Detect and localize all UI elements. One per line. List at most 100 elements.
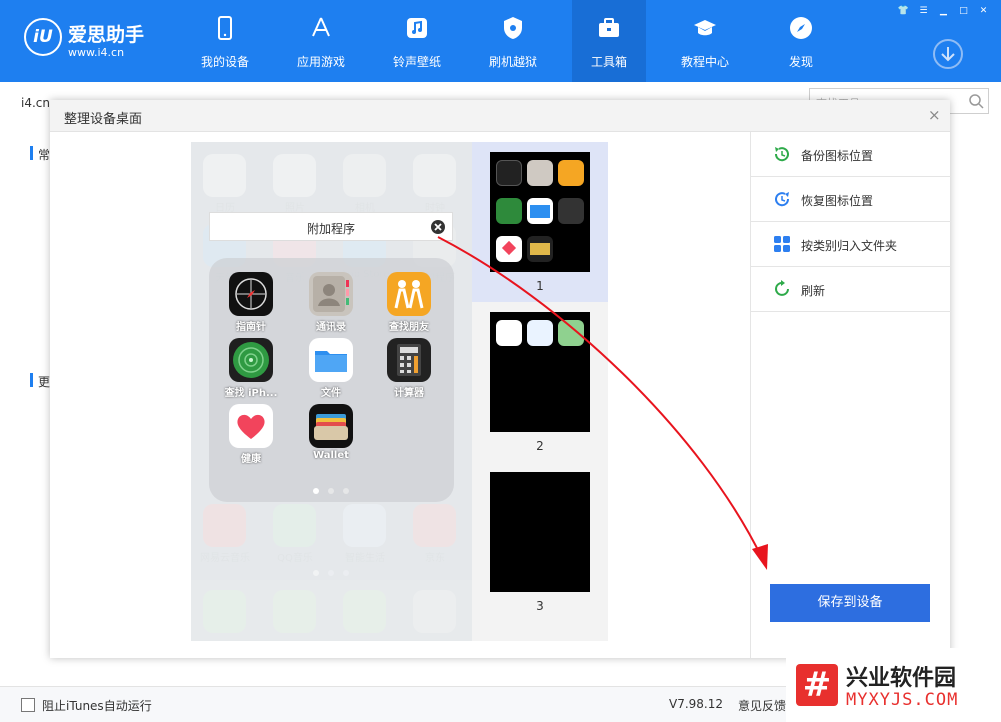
category-grid-icon (774, 236, 790, 252)
action-label: 按类别归入文件夹 (801, 239, 898, 253)
app-window: iU 爱思助手 www.i4.cn 我的设备 应用游戏 铃声壁纸 刷机越狱 工具… (0, 0, 1001, 722)
itunes-checkbox-label[interactable]: 阻止iTunes自动运行 (42, 697, 152, 714)
page-thumbnail (490, 472, 590, 592)
site-tag: i4.cn (21, 96, 50, 110)
folder-popup: 指南针 通讯录 查找朋友 查找 iPh... 文件 计算器 健康 Wallet (209, 258, 454, 502)
actions-panel: 备份图标位置 恢复图标位置 按类别归入文件夹 刷新 (750, 132, 951, 658)
dialog-title: 整理设备桌面 (64, 112, 143, 127)
page-number: 3 (536, 599, 544, 613)
clear-icon[interactable] (430, 219, 446, 235)
restore-icon-positions-action[interactable]: 恢复图标位置 (751, 177, 951, 222)
page-number: 1 (536, 279, 544, 293)
folder-app-label: 指南针 (236, 322, 266, 333)
folder-page-dot (328, 488, 334, 494)
action-label: 恢复图标位置 (801, 194, 874, 208)
nav-label: 发现 (788, 55, 813, 69)
version-label: V7.98.12 (669, 697, 724, 711)
contacts-app-icon[interactable] (309, 272, 353, 316)
folder-page-dot (343, 488, 349, 494)
page-thumbnail (490, 312, 590, 432)
health-app-icon[interactable] (229, 404, 273, 448)
search-icon[interactable] (968, 93, 984, 109)
folder-app-label: 文件 (321, 388, 341, 399)
phone-icon (218, 16, 232, 40)
itunes-checkbox[interactable] (21, 698, 35, 712)
dialog-close-icon[interactable]: × (928, 106, 941, 124)
folder-page-1[interactable]: 1 (472, 142, 608, 302)
maps-app-icon (558, 320, 584, 346)
backup-icon (774, 147, 789, 162)
section-title-more: 更 (38, 375, 51, 389)
wallet-app-icon (527, 236, 553, 262)
folder-name-field[interactable]: 附加程序 (209, 212, 453, 241)
restore-icon (775, 192, 790, 207)
backup-icon-positions-action[interactable]: 备份图标位置 (751, 132, 951, 177)
health-app-icon (496, 236, 522, 262)
folder-page-dot (313, 488, 319, 494)
find-friends-app-icon (558, 160, 584, 186)
files-app-icon (527, 198, 553, 224)
app-name: 爱思助手 (68, 24, 145, 46)
compass-icon (790, 17, 812, 39)
homescreen-preview: 日历照片相机时钟天气音乐App Store附加程序网易云音乐QQ音乐智能生活京东… (191, 142, 472, 641)
nav-label: 应用游戏 (296, 55, 345, 69)
nav-flash-jailbreak[interactable]: 刷机越狱 (476, 0, 550, 82)
shirt-icon[interactable]: 👕 (896, 4, 911, 18)
nav-apps-games[interactable]: 应用游戏 (284, 0, 358, 82)
watermark-url: MYXYJS.COM (846, 690, 959, 710)
folder-app-label: 查找 iPh... (224, 388, 278, 399)
feedback-link[interactable]: 意见反馈 (738, 697, 786, 714)
logo-mark: iU (24, 18, 62, 56)
watermark-logo: # (796, 664, 838, 706)
download-arrow-icon (941, 47, 955, 62)
compass-app-icon[interactable] (229, 272, 273, 316)
nav-label: 教程中心 (680, 55, 729, 69)
page-number: 2 (536, 439, 544, 453)
group-by-category-action[interactable]: 按类别归入文件夹 (751, 222, 951, 267)
minimize-icon[interactable]: ▁ (936, 4, 951, 18)
download-button[interactable] (933, 39, 963, 69)
dialog-titlebar: 整理设备桌面 × (50, 100, 950, 132)
toolbox-icon (599, 18, 619, 37)
app-url: www.i4.cn (68, 46, 125, 59)
action-label: 备份图标位置 (801, 149, 874, 163)
close-icon[interactable]: ✕ (976, 4, 991, 18)
shield-icon (504, 17, 522, 39)
nav-label: 刷机越狱 (488, 55, 537, 69)
refresh-action[interactable]: 刷新 (751, 267, 951, 312)
folder-app-label: 计算器 (394, 388, 424, 399)
nav-label: 我的设备 (200, 55, 249, 69)
find-iphone-app-icon[interactable] (229, 338, 273, 382)
calculator-app-icon[interactable] (387, 338, 431, 382)
nav-ringtones-wallpapers[interactable]: 铃声壁纸 (380, 0, 454, 82)
watermark-badge: # 兴业软件园 MYXYJS.COM (786, 648, 1001, 722)
folder-page-3[interactable]: 3 (472, 462, 608, 622)
music-icon (407, 18, 427, 38)
section-marker-bar (30, 373, 33, 387)
appstore-icon (312, 17, 330, 37)
find-friends-app-icon[interactable] (387, 272, 431, 316)
contacts-app-icon (527, 160, 553, 186)
nav-toolbox[interactable]: 工具箱 (572, 0, 646, 82)
top-bar: iU 爱思助手 www.i4.cn 我的设备 应用游戏 铃声壁纸 刷机越狱 工具… (0, 0, 1001, 82)
maximize-icon[interactable]: □ (956, 4, 971, 18)
folder-overlay: 附加程序 指南针 通讯录 查找朋友 查找 iPh... 文件 计算器 健康 Wallet (191, 142, 472, 641)
files-app-icon[interactable] (309, 338, 353, 382)
reminders-app-icon (496, 320, 522, 346)
nav-label: 工具箱 (590, 55, 627, 69)
calculator-app-icon (558, 198, 584, 224)
folder-app-label: 通讯录 (316, 322, 346, 333)
nav-label: 铃声壁纸 (392, 55, 441, 69)
wallet-app-icon[interactable] (309, 404, 353, 448)
folder-pages-list: 1 2 3 (472, 142, 608, 641)
find-iphone-app-icon (496, 198, 522, 224)
nav-tutorials[interactable]: 教程中心 (668, 0, 742, 82)
menu-icon[interactable]: ☰ (916, 4, 931, 18)
refresh-icon (775, 280, 789, 296)
folder-page-2[interactable]: 2 (472, 302, 608, 462)
save-to-device-button[interactable]: 保存到设备 (770, 584, 930, 622)
folder-app-label: 查找朋友 (389, 322, 429, 333)
nav-my-device[interactable]: 我的设备 (188, 0, 262, 82)
section-marker-bar (30, 146, 33, 160)
nav-discover[interactable]: 发现 (764, 0, 838, 82)
